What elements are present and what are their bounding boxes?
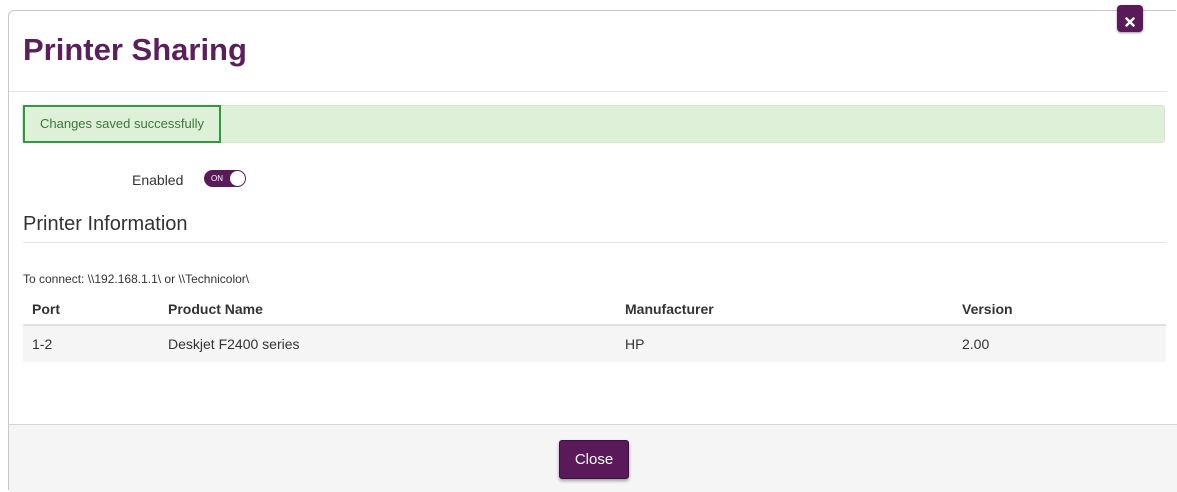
connect-instructions: To connect: \\192.168.1.1\ or \\Technico… bbox=[23, 272, 250, 286]
printer-table: Port Product Name Manufacturer Version 1… bbox=[23, 293, 1166, 362]
section-divider bbox=[23, 242, 1166, 243]
toggle-knob bbox=[230, 171, 245, 186]
column-header-product-name: Product Name bbox=[168, 301, 263, 317]
column-header-version: Version bbox=[962, 301, 1013, 317]
toggle-state-text: ON bbox=[211, 174, 223, 183]
cell-manufacturer: HP bbox=[625, 336, 645, 352]
table-row: 1-2 Deskjet F2400 series HP 2.00 bbox=[23, 326, 1166, 362]
enabled-toggle[interactable]: ON bbox=[204, 170, 246, 187]
printer-information-heading: Printer Information bbox=[23, 213, 188, 235]
table-header: Port Product Name Manufacturer Version bbox=[23, 293, 1166, 326]
close-icon bbox=[1125, 14, 1135, 27]
column-header-port: Port bbox=[32, 301, 60, 317]
dialog-header: Printer Sharing bbox=[9, 11, 1167, 92]
dialog-title: Printer Sharing bbox=[23, 32, 247, 67]
printer-sharing-dialog: Printer Sharing Changes saved successful… bbox=[8, 10, 1177, 492]
column-header-manufacturer: Manufacturer bbox=[625, 301, 714, 317]
dialog-close-button[interactable] bbox=[1117, 5, 1143, 32]
success-alert: Changes saved successfully bbox=[22, 105, 1165, 143]
enabled-label: Enabled bbox=[132, 172, 184, 188]
cell-version: 2.00 bbox=[962, 336, 990, 352]
close-button[interactable]: Close bbox=[559, 440, 629, 479]
cell-product-name: Deskjet F2400 series bbox=[168, 336, 300, 352]
dialog-footer: Close bbox=[9, 424, 1177, 492]
cell-port: 1-2 bbox=[32, 336, 53, 352]
success-message: Changes saved successfully bbox=[23, 105, 222, 143]
